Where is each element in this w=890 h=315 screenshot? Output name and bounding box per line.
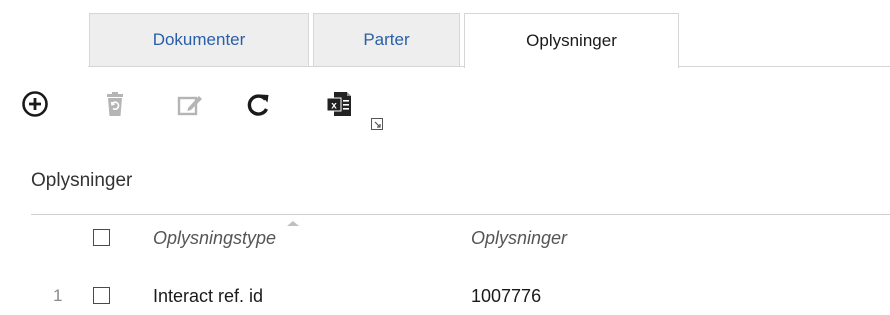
cell-oplysningstype: Interact ref. id bbox=[153, 286, 264, 306]
section-divider bbox=[31, 214, 890, 215]
delete-recycle-icon bbox=[107, 92, 123, 116]
add-circle-icon bbox=[22, 91, 48, 117]
svg-text:x: x bbox=[331, 101, 337, 112]
tab-label: Oplysninger bbox=[526, 31, 617, 50]
refresh-button[interactable] bbox=[241, 87, 275, 121]
column-header-oplysningstype[interactable]: Oplysningstype bbox=[153, 228, 276, 248]
delete-button[interactable] bbox=[98, 87, 132, 121]
dialog-launcher-icon[interactable] bbox=[371, 118, 383, 130]
section-title: Oplysninger bbox=[31, 170, 133, 191]
table-row[interactable]: 1 Interact ref. id 1007776 bbox=[0, 286, 890, 315]
tab-label: Parter bbox=[363, 30, 410, 49]
tab-parter[interactable]: Parter bbox=[313, 13, 460, 66]
tab-bar: Dokumenter Parter Oplysninger bbox=[0, 0, 890, 68]
row-checkbox[interactable] bbox=[93, 287, 110, 304]
tab-oplysninger[interactable]: Oplysninger bbox=[464, 13, 679, 68]
table-header-row: Oplysningstype Oplysninger bbox=[0, 228, 890, 262]
excel-export-button[interactable]: x bbox=[322, 87, 356, 121]
page: Dokumenter Parter Oplysninger x Oplysnin… bbox=[0, 0, 890, 315]
refresh-icon bbox=[247, 94, 269, 116]
row-number: 1 bbox=[53, 286, 63, 305]
cell-oplysninger: 1007776 bbox=[471, 286, 542, 306]
toolbar: x bbox=[0, 67, 890, 143]
select-all-checkbox[interactable] bbox=[93, 229, 110, 246]
excel-export-icon: x bbox=[326, 92, 351, 116]
sort-ascending-icon bbox=[287, 221, 299, 226]
column-header-oplysninger[interactable]: Oplysninger bbox=[471, 228, 567, 248]
edit-button[interactable] bbox=[173, 87, 207, 121]
add-button[interactable] bbox=[18, 87, 52, 121]
tab-dokumenter[interactable]: Dokumenter bbox=[89, 13, 309, 66]
edit-icon bbox=[177, 96, 202, 116]
tab-label: Dokumenter bbox=[152, 30, 246, 49]
